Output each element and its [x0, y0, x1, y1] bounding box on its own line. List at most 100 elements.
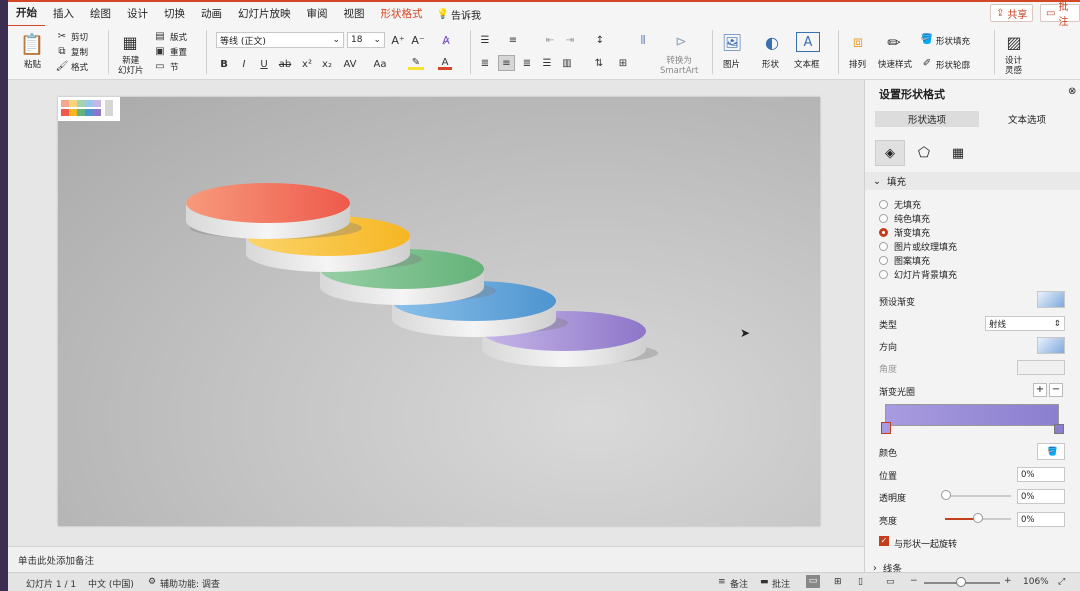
brightness-slider-thumb[interactable] [973, 513, 983, 523]
textbox-label[interactable]: 文本框 [794, 58, 820, 70]
shapes-icon[interactable]: ◐ [760, 32, 784, 52]
color-picker[interactable]: 🪣 [1037, 443, 1065, 460]
tab-home[interactable]: 开始 [8, 1, 45, 27]
zoom-level[interactable]: 106% [1023, 577, 1049, 587]
columns-icon[interactable]: ⫼ [636, 33, 650, 47]
copy-icon[interactable]: ⧉ [56, 45, 68, 57]
align-center-icon[interactable]: ≡ [498, 55, 515, 71]
slide[interactable] [58, 97, 820, 526]
notes-status-button[interactable]: 备注 [730, 577, 748, 590]
normal-view-icon[interactable]: ▭ [806, 575, 820, 588]
radio-no-fill[interactable]: 无填充 [879, 198, 921, 211]
font-color-icon[interactable]: A [438, 57, 452, 70]
italic-icon[interactable]: I [238, 58, 250, 70]
textbox-icon[interactable]: A [796, 32, 820, 52]
tab-insert[interactable]: 插入 [45, 2, 82, 26]
close-icon[interactable]: ⊗ [1068, 86, 1078, 97]
justify-icon[interactable]: ☰ [540, 56, 554, 70]
slideshow-icon[interactable]: ▭ [886, 577, 895, 587]
zoom-slider-thumb[interactable] [956, 577, 966, 587]
radio-pattern-fill[interactable]: 图案填充 [879, 254, 930, 267]
layout-icon[interactable]: ▤ [154, 30, 166, 42]
tab-review[interactable]: 审阅 [299, 2, 336, 26]
clear-format-icon[interactable]: A̷ [438, 33, 454, 47]
designer-label[interactable]: 设计 灵感 [1005, 56, 1022, 76]
quick-styles-label[interactable]: 快速样式 [878, 58, 912, 70]
shape-fill-label[interactable]: 形状填充 [936, 35, 970, 47]
section-label[interactable]: 节 [170, 61, 179, 73]
gradient-stop-left[interactable] [881, 422, 891, 434]
brightness-input[interactable]: 0% [1017, 512, 1065, 527]
effects-icon[interactable]: ⬠ [909, 140, 939, 166]
remove-stop-button[interactable]: − [1049, 383, 1063, 397]
highlight-icon[interactable]: ✎ [408, 57, 424, 70]
paint-bucket-icon[interactable]: 🪣 [920, 32, 934, 46]
picture-label[interactable]: 图片 [723, 58, 740, 70]
format-painter-label[interactable]: 格式 [71, 61, 88, 73]
add-stop-button[interactable]: + [1033, 383, 1047, 397]
bold-icon[interactable]: B [218, 58, 230, 70]
numbering-icon[interactable]: ≡ [506, 33, 520, 47]
line-spacing-icon[interactable]: ↕ [593, 33, 607, 47]
align-text-icon[interactable]: ⊞ [616, 56, 630, 70]
arrange-label[interactable]: 排列 [849, 58, 866, 70]
stair-disc-graphic[interactable] [58, 97, 820, 526]
fill-section-header[interactable]: ⌄ 填充 [865, 172, 1080, 190]
gradient-bar[interactable] [885, 404, 1059, 426]
superscript-icon[interactable]: x² [300, 58, 314, 70]
align-right-icon[interactable]: ≣ [520, 56, 534, 70]
layout-label[interactable]: 版式 [170, 31, 187, 43]
grow-font-icon[interactable]: A⁺ [390, 33, 406, 47]
disc-red[interactable] [186, 183, 362, 239]
text-direction-icon[interactable]: ⇅ [592, 56, 606, 70]
font-name-select[interactable]: 等线 (正文) ⌄ [216, 32, 344, 48]
transparency-slider[interactable] [945, 495, 1011, 497]
radio-picture-fill[interactable]: 图片或纹理填充 [879, 240, 957, 253]
arrange-icon[interactable]: ⧈ [846, 32, 870, 52]
radio-gradient-fill[interactable]: 渐变填充 [879, 226, 930, 239]
tab-shape-format[interactable]: 形状格式 [373, 2, 431, 26]
direction-picker[interactable] [1037, 337, 1065, 354]
fill-line-icon[interactable]: ◈ [875, 140, 905, 166]
underline-icon[interactable]: U [258, 58, 270, 70]
tab-view[interactable]: 视图 [336, 2, 373, 26]
align-left-icon[interactable]: ≣ [478, 56, 492, 70]
reset-label[interactable]: 重置 [170, 46, 187, 58]
designer-icon[interactable]: ▨ [1002, 32, 1026, 52]
section-icon[interactable]: ▭ [154, 60, 166, 72]
radio-background-fill[interactable]: 幻灯片背景填充 [879, 268, 957, 281]
copy-label[interactable]: 复制 [71, 46, 88, 58]
transparency-slider-thumb[interactable] [941, 490, 951, 500]
bullets-icon[interactable]: ☰ [478, 33, 492, 47]
picture-icon[interactable]: 🖼 [720, 32, 744, 52]
zoom-out-icon[interactable]: − [910, 576, 918, 586]
radio-solid-fill[interactable]: 纯色填充 [879, 212, 930, 225]
new-slide-label[interactable]: 新建 幻灯片 [118, 56, 144, 76]
preset-gradient-picker[interactable] [1037, 291, 1065, 308]
gradient-stop-right[interactable] [1054, 424, 1064, 434]
font-size-select[interactable]: 18 ⌄ [347, 32, 385, 48]
comments-status-button[interactable]: 批注 [772, 577, 790, 590]
cut-label[interactable]: 剪切 [71, 31, 88, 43]
strikethrough-icon[interactable]: ab [278, 58, 292, 70]
position-input[interactable]: 0% [1017, 467, 1065, 482]
paste-icon[interactable]: 📋 [18, 31, 46, 57]
tab-text-options[interactable]: 文本选项 [979, 111, 1075, 127]
comments-button[interactable]: ▭ 批注 [1040, 2, 1080, 28]
shrink-font-icon[interactable]: A⁻ [410, 33, 426, 47]
character-spacing-icon[interactable]: AV [340, 58, 360, 70]
quick-styles-icon[interactable]: ✏ [882, 32, 906, 52]
change-case-icon[interactable]: Aa [370, 58, 390, 70]
smartart-icon[interactable]: ⊳ [668, 32, 694, 52]
fit-slide-icon[interactable]: ⤢ [1058, 577, 1065, 587]
transparency-input[interactable]: 0% [1017, 489, 1065, 504]
tab-shape-options[interactable]: 形状选项 [875, 111, 979, 127]
scissors-icon[interactable]: ✂ [56, 30, 68, 42]
new-slide-icon[interactable]: ▦ [118, 31, 142, 53]
reset-icon[interactable]: ▣ [154, 45, 166, 57]
pen-outline-icon[interactable]: ✐ [920, 56, 934, 70]
tab-draw[interactable]: 绘图 [82, 2, 119, 26]
tab-design[interactable]: 设计 [119, 2, 156, 26]
distributed-icon[interactable]: ▥ [560, 56, 574, 70]
increase-indent-icon[interactable]: ⇥ [563, 33, 577, 47]
